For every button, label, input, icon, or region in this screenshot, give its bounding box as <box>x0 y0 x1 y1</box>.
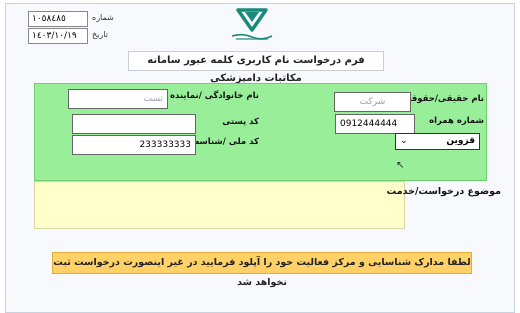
legal-name-field[interactable]: شرکت <box>334 92 411 112</box>
veterinary-logo-icon <box>231 8 273 40</box>
city-select[interactable]: قزوین ⌄ <box>395 133 480 150</box>
city-value: قزوین <box>446 136 475 146</box>
request-textarea[interactable] <box>34 181 405 229</box>
request-label: موضوع درخواست/خدمت <box>386 186 501 197</box>
national-id-field[interactable]: 233333333 <box>72 135 196 155</box>
upload-notice: لطفا مدارک شناسایی و مرکز فعالیت خود را … <box>52 252 472 288</box>
mouse-cursor-icon: ↖ <box>396 160 405 171</box>
date-field: ١٤٠٣/١٠/١٩ <box>28 28 88 44</box>
family-name-field[interactable]: تست <box>68 89 168 109</box>
mobile-label: شماره همراه <box>429 116 484 126</box>
postal-code-label: کد پستی <box>222 117 259 127</box>
number-label: شماره <box>92 13 114 22</box>
chevron-down-icon: ⌄ <box>400 136 408 146</box>
date-label: تاریخ <box>92 30 108 39</box>
number-field: ١٠٥٨٤٨٥ <box>28 11 88 27</box>
postal-code-field[interactable] <box>72 114 196 134</box>
legal-name-label: نام حقیقی/حقوقی <box>403 94 484 104</box>
page-title: فرم درخواست نام کاربری کلمه عبور سامانه … <box>128 51 384 84</box>
mobile-field[interactable]: 0912444444 <box>335 114 415 134</box>
